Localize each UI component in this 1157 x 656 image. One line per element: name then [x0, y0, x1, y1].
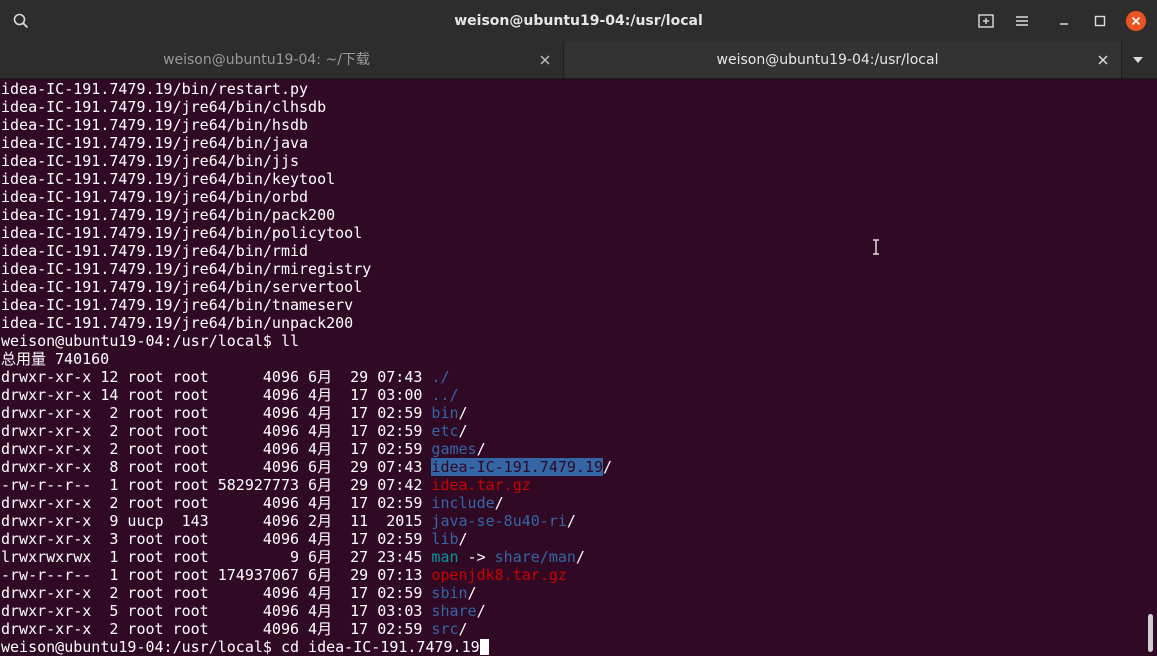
- tab-bar: weison@ubuntu19-04: ~/下载 weison@ubuntu19…: [0, 42, 1157, 79]
- listing-row: drwxr-xr-x 2 root root 4096 4月 17 02:59 …: [1, 422, 612, 440]
- terminal-lines: idea-IC-191.7479.19/bin/restart.py idea-I…: [1, 80, 612, 656]
- listing-meta: -rw-r--r-- 1 root root 582927773 6月 29 0…: [1, 476, 432, 494]
- tab-label: weison@ubuntu19-04:/usr/local: [716, 52, 939, 68]
- listing-name: games: [431, 440, 477, 458]
- scrollbar-thumb[interactable]: [1148, 614, 1153, 652]
- tab-usr-local[interactable]: weison@ubuntu19-04:/usr/local: [563, 42, 1122, 78]
- listing-row: -rw-r--r-- 1 root root 174937067 6月 29 0…: [1, 566, 612, 584]
- link-arrow: ->: [458, 548, 495, 566]
- link-target: share/man: [494, 548, 576, 566]
- listing-meta: drwxr-xr-x 5 root root 4096 4月 17 03:03: [1, 602, 432, 620]
- listing-row: -rw-r--r-- 1 root root 582927773 6月 29 0…: [1, 476, 612, 494]
- tab-list-chevron-icon[interactable]: [1128, 52, 1148, 68]
- name-suffix: /: [458, 620, 468, 638]
- title-bar: weison@ubuntu19-04:/usr/local: [0, 0, 1157, 42]
- name-suffix: /: [603, 458, 613, 476]
- listing-row: drwxr-xr-x 9 uucp 143 4096 2月 11 2015 ja…: [1, 512, 612, 530]
- listing-row: lrwxrwxrwx 1 root root 9 6月 27 23:45 man…: [1, 548, 612, 566]
- listing-row: drwxr-xr-x 2 root root 4096 4月 17 02:59 …: [1, 620, 612, 638]
- listing-name: bin: [431, 404, 459, 422]
- terminal-output[interactable]: idea-IC-191.7479.19/bin/restart.py idea-I…: [0, 79, 1157, 656]
- listing-name: ./: [431, 368, 450, 386]
- name-suffix: /: [458, 404, 468, 422]
- output-line: idea-IC-191.7479.19/jre64/bin/tnameserv: [1, 296, 354, 314]
- listing-meta: drwxr-xr-x 2 root root 4096 4月 17 02:59: [1, 620, 432, 638]
- output-line: idea-IC-191.7479.19/jre64/bin/clhsdb: [1, 98, 327, 116]
- text-cursor-ibeam-icon: [872, 239, 880, 259]
- prompt-command: weison@ubuntu19-04:/usr/local$ cd idea-I…: [1, 638, 480, 656]
- tab-close-icon[interactable]: [537, 52, 553, 68]
- tab-downloads[interactable]: weison@ubuntu19-04: ~/下载: [0, 42, 563, 78]
- listing-meta: drwxr-xr-x 2 root root 4096 4月 17 02:59: [1, 440, 432, 458]
- tab-close-icon[interactable]: [1095, 52, 1111, 68]
- name-suffix: /: [458, 422, 468, 440]
- listing-row: drwxr-xr-x 8 root root 4096 6月 29 07:43 …: [1, 458, 612, 476]
- listing-meta: drwxr-xr-x 8 root root 4096 6月 29 07:43: [1, 458, 432, 476]
- listing-name: idea.tar.gz: [431, 476, 531, 494]
- listing-row: drwxr-xr-x 3 root root 4096 4月 17 02:59 …: [1, 530, 612, 548]
- listing-name: man: [431, 548, 459, 566]
- prompt-line: weison@ubuntu19-04:/usr/local$ cd idea-I…: [1, 638, 612, 656]
- listing-meta: drwxr-xr-x 14 root root 4096 4月 17 03:00: [1, 386, 432, 404]
- output-line: idea-IC-191.7479.19/jre64/bin/servertool: [1, 278, 363, 296]
- name-suffix: /: [467, 584, 477, 602]
- output-line: idea-IC-191.7479.19/jre64/bin/jjs: [1, 152, 300, 170]
- output-line: idea-IC-191.7479.19/jre64/bin/rmid: [1, 242, 309, 260]
- maximize-icon[interactable]: [1088, 9, 1112, 33]
- listing-name: lib: [431, 530, 459, 548]
- total-line: 总用量 740160: [1, 350, 110, 368]
- listing-name: include: [431, 494, 495, 512]
- listing-name: idea-IC-191.7479.19: [431, 458, 604, 476]
- output-line: idea-IC-191.7479.19/jre64/bin/unpack200: [1, 314, 354, 332]
- tab-label: weison@ubuntu19-04: ~/下载: [163, 52, 370, 68]
- listing-meta: drwxr-xr-x 9 uucp 143 4096 2月 11 2015: [1, 512, 432, 530]
- output-line: idea-IC-191.7479.19/jre64/bin/pack200: [1, 206, 336, 224]
- name-suffix: /: [476, 440, 486, 458]
- listing-row: drwxr-xr-x 2 root root 4096 4月 17 02:59 …: [1, 584, 612, 602]
- name-suffix: /: [575, 548, 585, 566]
- listing-name: java-se-8u40-ri: [431, 512, 567, 530]
- listing-meta: lrwxrwxrwx 1 root root 9 6月 27 23:45: [1, 548, 432, 566]
- output-line: idea-IC-191.7479.19/bin/restart.py: [1, 80, 309, 98]
- listing-name: src: [431, 620, 459, 638]
- listing-row: drwxr-xr-x 2 root root 4096 4月 17 02:59 …: [1, 494, 612, 512]
- close-icon[interactable]: [1126, 11, 1146, 31]
- listing-name: ../: [431, 386, 459, 404]
- output-line: idea-IC-191.7479.19/jre64/bin/keytool: [1, 170, 336, 188]
- listing-name: share: [431, 602, 477, 620]
- listing-row: drwxr-xr-x 5 root root 4096 4月 17 03:03 …: [1, 602, 612, 620]
- prompt-line: weison@ubuntu19-04:/usr/local$ ll: [1, 332, 300, 350]
- new-tab-icon[interactable]: [974, 9, 998, 33]
- name-suffix: /: [458, 530, 468, 548]
- name-suffix: /: [566, 512, 576, 530]
- listing-meta: drwxr-xr-x 2 root root 4096 4月 17 02:59: [1, 494, 432, 512]
- listing-meta: -rw-r--r-- 1 root root 174937067 6月 29 0…: [1, 566, 432, 584]
- output-line: idea-IC-191.7479.19/jre64/bin/orbd: [1, 188, 309, 206]
- name-suffix: /: [476, 602, 486, 620]
- listing-meta: drwxr-xr-x 2 root root 4096 4月 17 02:59: [1, 422, 432, 440]
- listing-name: etc: [431, 422, 459, 440]
- name-suffix: /: [494, 494, 504, 512]
- listing-name: sbin: [431, 584, 468, 602]
- listing-meta: drwxr-xr-x 2 root root 4096 4月 17 02:59: [1, 404, 432, 422]
- listing-meta: drwxr-xr-x 3 root root 4096 4月 17 02:59: [1, 530, 432, 548]
- output-line: idea-IC-191.7479.19/jre64/bin/rmiregistr…: [1, 260, 372, 278]
- hamburger-menu-icon[interactable]: [1010, 9, 1034, 33]
- output-line: idea-IC-191.7479.19/jre64/bin/java: [1, 134, 309, 152]
- listing-meta: drwxr-xr-x 2 root root 4096 4月 17 02:59: [1, 584, 432, 602]
- listing-row: drwxr-xr-x 12 root root 4096 6月 29 07:43…: [1, 368, 612, 386]
- output-line: idea-IC-191.7479.19/jre64/bin/hsdb: [1, 116, 309, 134]
- listing-meta: drwxr-xr-x 12 root root 4096 6月 29 07:43: [1, 368, 432, 386]
- minimize-icon[interactable]: [1052, 9, 1076, 33]
- listing-row: drwxr-xr-x 2 root root 4096 4月 17 02:59 …: [1, 404, 612, 422]
- listing-name: openjdk8.tar.gz: [431, 566, 567, 584]
- block-cursor: [479, 639, 489, 655]
- listing-row: drwxr-xr-x 2 root root 4096 4月 17 02:59 …: [1, 440, 612, 458]
- listing-row: drwxr-xr-x 14 root root 4096 4月 17 03:00…: [1, 386, 612, 404]
- output-line: idea-IC-191.7479.19/jre64/bin/policytool: [1, 224, 363, 242]
